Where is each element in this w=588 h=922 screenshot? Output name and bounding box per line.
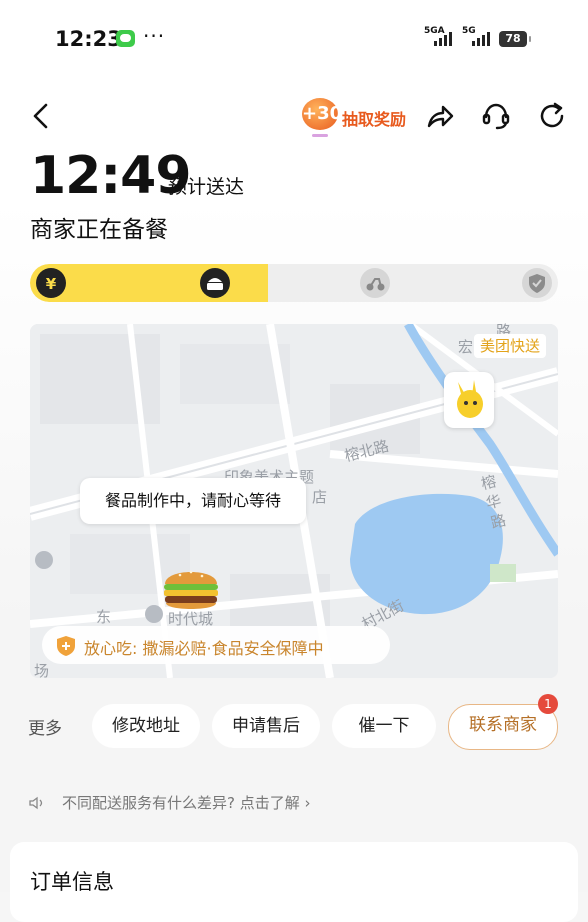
clock: 12:23 xyxy=(55,27,122,51)
reward-label: 抽取奖励 xyxy=(342,110,407,129)
delivery-progress-bar: ¥ xyxy=(30,264,558,302)
refresh-icon[interactable] xyxy=(536,100,568,132)
delivery-service-tip[interactable]: 不同配送服务有什么差异? 点击了解 › xyxy=(62,792,311,813)
map-label-hong: 宏 xyxy=(458,338,474,356)
food-safety-text: 放心吃: 撒漏必赔·食品安全保障中 xyxy=(84,639,324,658)
share-icon[interactable] xyxy=(424,100,456,132)
svg-text:¥: ¥ xyxy=(46,275,57,293)
more-notifications-icon: ··· xyxy=(143,24,166,48)
signal-bars-icon xyxy=(472,32,490,46)
eta-time: 12:49 xyxy=(30,146,192,206)
status-bubble: 餐品制作中，请耐心等待 xyxy=(80,478,306,524)
order-status: 商家正在备餐 xyxy=(30,217,168,243)
courier-badge: 美团快送 xyxy=(474,334,547,358)
safety-shield-icon xyxy=(57,636,75,656)
more-actions[interactable]: 更多 xyxy=(28,714,62,739)
back-arrow-icon[interactable] xyxy=(28,100,56,132)
merchant-burger-icon[interactable] xyxy=(160,558,222,618)
courier-mascot-icon[interactable] xyxy=(444,372,494,428)
delivered-step-icon xyxy=(522,268,552,298)
paid-step-icon: ¥ xyxy=(36,268,66,298)
coin-underline xyxy=(312,134,328,137)
contact-badge: 1 xyxy=(538,694,558,714)
after-sale-button[interactable]: 申请售后 xyxy=(212,704,320,748)
message-notification-icon xyxy=(116,30,135,47)
modify-address-button[interactable]: 修改地址 xyxy=(92,704,200,748)
speaker-icon xyxy=(29,796,43,810)
signal-bars-icon xyxy=(434,32,452,46)
preparing-step-icon xyxy=(200,268,230,298)
order-tracking-page: 12:23 ··· 5GA 5G 78 +30 抽取奖励 12:49 预计送达 xyxy=(0,0,588,922)
map-label-dian: 店 xyxy=(312,488,328,506)
map-label-chang: 场 xyxy=(34,662,50,680)
reward-button[interactable]: +30 抽取奖励 xyxy=(302,96,422,138)
reward-coin-icon: +30 xyxy=(302,98,342,130)
battery-icon: 78 xyxy=(499,31,531,47)
customer-service-icon[interactable] xyxy=(480,100,512,132)
map-label-dong: 东 xyxy=(96,608,112,626)
status-bar: 12:23 ··· 5GA 5G 78 xyxy=(0,0,588,80)
urge-button[interactable]: 催一下 xyxy=(332,704,436,748)
food-safety-banner[interactable]: 放心吃: 撒漏必赔·食品安全保障中 xyxy=(42,626,390,664)
eta-label: 预计送达 xyxy=(168,176,245,198)
delivering-step-icon xyxy=(360,268,390,298)
